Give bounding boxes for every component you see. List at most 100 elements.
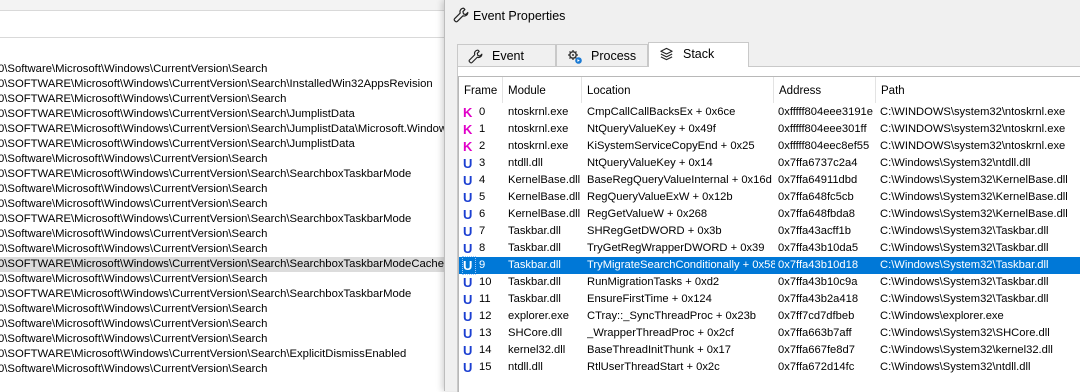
column-header-path[interactable]: Path: [876, 77, 1080, 103]
address-cell: 0x7ffa43b2a418: [778, 293, 859, 305]
table-row[interactable]: U 4 KernelBase.dll BaseRegQueryValueInterna…: [459, 172, 1080, 189]
location-cell: RunMigrationTasks + 0xd2: [587, 276, 720, 288]
list-item[interactable]: 0\Software\Microsoft\Windows\CurrentVers…: [0, 242, 444, 257]
list-item[interactable]: 0\Software\Microsoft\Windows\CurrentVers…: [0, 197, 444, 212]
frame-number: 4: [479, 174, 486, 186]
tab-event[interactable]: Event: [457, 44, 556, 66]
location-cell: CmpCallCallBacksEx + 0x6ce: [587, 106, 736, 118]
list-item[interactable]: 0\SOFTWARE\Microsoft\Windows\CurrentVers…: [0, 137, 444, 152]
frame-kind-icon: U: [463, 360, 473, 375]
gears-icon: [568, 50, 582, 64]
path-cell: C:\Windows\explorer.exe: [880, 310, 1004, 322]
frame-kind-icon: U: [463, 326, 473, 341]
tab-process[interactable]: Process: [556, 44, 648, 66]
event-properties-dialog: Event Properties Event Process Stack Fra…: [444, 0, 1080, 392]
location-cell: RtlUserThreadStart + 0x2c: [587, 361, 720, 373]
frame-kind-icon: U: [463, 224, 473, 239]
frame-kind-icon: U: [462, 256, 476, 275]
table-row[interactable]: K 0 ntoskrnl.exe CmpCallCallBacksEx + 0x6ce…: [459, 104, 1080, 121]
list-item[interactable]: 0\Software\Microsoft\Windows\CurrentVers…: [0, 182, 444, 197]
frame-number: 7: [479, 225, 486, 237]
column-header-location[interactable]: Location: [582, 77, 774, 103]
list-item[interactable]: 0\Software\Microsoft\Windows\CurrentVers…: [0, 317, 444, 332]
frame-number: 14: [479, 344, 492, 356]
background-filter-bar[interactable]: [0, 10, 444, 38]
location-cell: RegQueryValueExW + 0x12b: [587, 191, 733, 203]
table-row[interactable]: U 9 Taskbar.dll TryMigrateSearchConditional…: [459, 256, 1080, 275]
frame-kind-icon: U: [463, 292, 473, 307]
path-cell: C:\Windows\System32\Taskbar.dll: [880, 242, 1049, 254]
frame-kind-icon: U: [463, 343, 473, 358]
table-row[interactable]: U 10 Taskbar.dll RunMigrationTasks + 0xd2 0x…: [459, 274, 1080, 291]
module-cell: KernelBase.dll: [508, 191, 581, 203]
path-cell: C:\Windows\System32\kernel32.dll: [880, 344, 1053, 356]
table-row[interactable]: U 14 kernel32.dll BaseThreadInitThunk + 0x1…: [459, 342, 1080, 359]
list-item[interactable]: 0\SOFTWARE\Microsoft\Windows\CurrentVers…: [0, 257, 444, 272]
background-toolbar-strip: [0, 0, 444, 10]
frame-number: 12: [479, 310, 492, 322]
address-cell: 0x7ffa663b7aff: [778, 327, 852, 339]
dialog-title-bar[interactable]: Event Properties: [445, 0, 1080, 32]
table-row[interactable]: K 2 ntoskrnl.exe KiSystemServiceCopyEnd + 0…: [459, 138, 1080, 155]
list-item[interactable]: 0\Software\Microsoft\Windows\CurrentVers…: [0, 362, 444, 377]
frame-kind-icon: U: [463, 173, 473, 188]
frame-kind-icon: U: [463, 207, 473, 222]
frame-kind-icon: U: [463, 309, 473, 324]
list-item[interactable]: 0\Software\Microsoft\Windows\CurrentVers…: [0, 332, 444, 347]
path-cell: C:\Windows\System32\ntdll.dll: [880, 157, 1031, 169]
address-cell: 0x7ffa672d14fc: [778, 361, 855, 373]
location-cell: EnsureFirstTime + 0x124: [587, 293, 712, 305]
list-item[interactable]: 0\Software\Microsoft\Windows\CurrentVers…: [0, 62, 444, 77]
column-header-module[interactable]: Module: [503, 77, 582, 103]
stack-frames-table[interactable]: Frame Module Location Address Path K 0 nto…: [458, 76, 1080, 392]
list-item[interactable]: 0\SOFTWARE\Microsoft\Windows\CurrentVers…: [0, 287, 444, 302]
list-item[interactable]: 0\Software\Microsoft\Windows\CurrentVers…: [0, 302, 444, 317]
list-item[interactable]: 0\SOFTWARE\Microsoft\Windows\CurrentVers…: [0, 77, 444, 92]
tab-process-label: Process: [591, 49, 637, 63]
frame-number: 0: [479, 106, 486, 118]
module-cell: explorer.exe: [508, 310, 569, 322]
module-cell: ntoskrnl.exe: [508, 140, 569, 152]
table-row[interactable]: U 13 SHCore.dll _WrapperThreadProc + 0x2cf 0…: [459, 325, 1080, 342]
table-row[interactable]: U 12 explorer.exe CTray::_SyncThreadProc + …: [459, 308, 1080, 325]
table-row[interactable]: U 11 Taskbar.dll EnsureFirstTime + 0x124 0x7…: [459, 291, 1080, 308]
location-cell: NtQueryValueKey + 0x14: [587, 157, 713, 169]
address-cell: 0xfffff804eee301ff: [778, 123, 867, 135]
frame-number: 13: [479, 327, 492, 339]
table-row[interactable]: U 8 Taskbar.dll TryGetRegWrapperDWORD + 0x3…: [459, 240, 1080, 257]
list-item[interactable]: 0\Software\Microsoft\Windows\CurrentVers…: [0, 152, 444, 167]
frame-number: 6: [479, 208, 486, 220]
frame-number: 1: [479, 123, 486, 135]
list-item[interactable]: 0\Software\Microsoft\Windows\CurrentVers…: [0, 272, 444, 287]
module-cell: Taskbar.dll: [508, 293, 561, 305]
dialog-title: Event Properties: [473, 9, 566, 23]
location-cell: SHRegGetDWORD + 0x3b: [587, 225, 722, 237]
table-row[interactable]: U 5 KernelBase.dll RegQueryValueExW + 0x12b…: [459, 189, 1080, 206]
frame-kind-icon: U: [463, 241, 473, 256]
frame-number: 10: [479, 276, 492, 288]
address-cell: 0xfffff804eec8ef55: [778, 140, 870, 152]
module-cell: Taskbar.dll: [508, 242, 561, 254]
list-item[interactable]: 0\SOFTWARE\Microsoft\Windows\CurrentVers…: [0, 347, 444, 362]
table-row[interactable]: K 1 ntoskrnl.exe NtQueryValueKey + 0x49f 0xf…: [459, 121, 1080, 138]
table-row[interactable]: U 3 ntdll.dll NtQueryValueKey + 0x14 0x7ffa6…: [459, 155, 1080, 172]
tab-stack[interactable]: Stack: [648, 42, 749, 67]
list-item[interactable]: 0\SOFTWARE\Microsoft\Windows\CurrentVers…: [0, 167, 444, 182]
table-row[interactable]: U 7 Taskbar.dll SHRegGetDWORD + 0x3b 0x7ffa4…: [459, 223, 1080, 240]
column-header-frame[interactable]: Frame: [459, 77, 503, 103]
list-item[interactable]: 0\SOFTWARE\Microsoft\Windows\CurrentVers…: [0, 107, 444, 122]
tab-event-label: Event: [492, 49, 524, 63]
frame-number: 15: [479, 361, 492, 373]
frame-kind-icon: K: [463, 122, 473, 137]
background-path-list[interactable]: 0\Software\Microsoft\Windows\CurrentVers…: [0, 62, 444, 391]
list-item[interactable]: 0\Software\Microsoft\Windows\CurrentVers…: [0, 227, 444, 242]
column-header-address[interactable]: Address: [774, 77, 876, 103]
frame-number: 2: [479, 140, 486, 152]
path-cell: C:\Windows\System32\Taskbar.dll: [880, 276, 1049, 288]
list-item[interactable]: 0\SOFTWARE\Microsoft\Windows\CurrentVers…: [0, 122, 444, 137]
table-row[interactable]: U 6 KernelBase.dll RegGetValueW + 0x268 0x7f…: [459, 206, 1080, 223]
list-item[interactable]: 0\SOFTWARE\Microsoft\Windows\CurrentVers…: [0, 92, 444, 107]
table-row[interactable]: U 15 ntdll.dll RtlUserThreadStart + 0x2c 0x7…: [459, 359, 1080, 376]
list-item[interactable]: 0\SOFTWARE\Microsoft\Windows\CurrentVers…: [0, 212, 444, 227]
location-cell: NtQueryValueKey + 0x49f: [587, 123, 716, 135]
